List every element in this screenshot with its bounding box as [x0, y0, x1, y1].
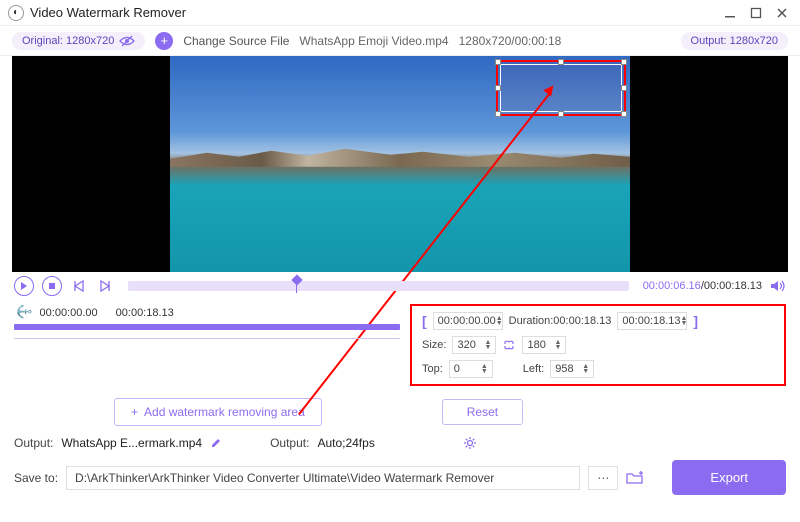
change-source-label: Change Source File: [183, 34, 289, 48]
link-aspect-icon[interactable]: [502, 340, 516, 350]
spinner-icon[interactable]: ▲▼: [485, 340, 492, 350]
save-path-input[interactable]: D:\ArkThinker\ArkThinker Video Converter…: [66, 466, 580, 490]
original-size-chip: Original: 1280x720: [12, 32, 145, 50]
reset-button[interactable]: Reset: [442, 399, 523, 425]
stop-button[interactable]: [42, 276, 62, 296]
segment-timeline: ⚓ 00:00:00.00 00:00:18.13: [14, 304, 400, 386]
original-size-label: Original: 1280x720: [22, 35, 114, 47]
range-end-bracket-icon[interactable]: ]: [693, 313, 698, 329]
save-to-label: Save to:: [14, 471, 58, 485]
output-row: Output: WhatsApp E...ermark.mp4 Output: …: [0, 432, 800, 454]
playback-controls: 00:00:06.16/00:00:18.13: [0, 272, 800, 300]
play-button[interactable]: [14, 276, 34, 296]
current-time: 00:00:06.16: [643, 280, 701, 292]
output-file-label: Output:: [14, 436, 53, 450]
browse-path-button[interactable]: ⋯: [588, 466, 618, 490]
time-display: 00:00:06.16/00:00:18.13: [643, 280, 762, 292]
spinner-icon[interactable]: ▲▼: [481, 364, 488, 374]
edit-filename-icon[interactable]: [210, 437, 222, 449]
close-button[interactable]: [772, 3, 792, 23]
app-logo-icon: ◐: [8, 5, 24, 21]
output-filename: WhatsApp E...ermark.mp4: [61, 436, 202, 450]
height-input[interactable]: 180 ▲▼: [522, 336, 566, 354]
top-input[interactable]: 0 ▲▼: [449, 360, 493, 378]
set-start-button[interactable]: [70, 277, 88, 295]
duration-label: Duration:00:00:18.13: [509, 315, 612, 327]
range-start-bracket-icon[interactable]: [: [422, 313, 427, 329]
maximize-button[interactable]: [746, 3, 766, 23]
size-label: Size:: [422, 339, 446, 351]
spinner-icon[interactable]: ▲▼: [582, 364, 589, 374]
change-source-button[interactable]: +: [155, 32, 173, 50]
minimize-button[interactable]: [720, 3, 740, 23]
range-start-input[interactable]: 00:00:00.00 ▲▼: [433, 312, 503, 330]
video-frame: [170, 56, 630, 272]
spinner-icon[interactable]: ▲▼: [496, 316, 503, 326]
toolbar: Original: 1280x720 + Change Source File …: [0, 26, 800, 56]
playhead-icon[interactable]: [292, 274, 303, 285]
add-watermark-area-button[interactable]: + Add watermark removing area: [114, 398, 322, 426]
video-preview[interactable]: [12, 56, 788, 272]
open-folder-icon[interactable]: [626, 471, 644, 485]
watermark-settings-panel: [ 00:00:00.00 ▲▼ Duration:00:00:18.13 00…: [410, 304, 786, 386]
save-row: Save to: D:\ArkThinker\ArkThinker Video …: [0, 454, 800, 505]
volume-button[interactable]: [770, 279, 786, 293]
watermark-selection-box[interactable]: [496, 60, 626, 116]
top-label: Top:: [422, 363, 443, 375]
window-title: Video Watermark Remover: [30, 5, 714, 20]
output-format-label: Output:: [270, 436, 309, 450]
output-settings-icon[interactable]: [463, 436, 477, 450]
preview-toggle-icon[interactable]: [119, 35, 135, 47]
titlebar: ◐ Video Watermark Remover: [0, 0, 800, 26]
left-input[interactable]: 958 ▲▼: [550, 360, 594, 378]
left-label: Left:: [523, 363, 544, 375]
total-duration: 00:00:18.13: [704, 280, 762, 292]
source-filename: WhatsApp Emoji Video.mp4: [299, 34, 448, 48]
output-size-label: Output: 1280x720: [691, 35, 778, 47]
output-format: Auto;24fps: [317, 436, 374, 450]
export-button[interactable]: Export: [672, 460, 786, 495]
timeline-slider[interactable]: [128, 281, 629, 291]
spinner-icon[interactable]: ▲▼: [681, 316, 688, 326]
plus-icon: +: [131, 405, 138, 419]
segment-bar[interactable]: [14, 324, 400, 330]
source-video-info: 1280x720/00:00:18: [459, 34, 562, 48]
output-size-chip: Output: 1280x720: [681, 32, 788, 50]
set-end-button[interactable]: [96, 277, 114, 295]
segment-end-time: 00:00:18.13: [116, 307, 174, 319]
segment-start-time: 00:00:00.00: [40, 307, 98, 319]
range-end-input[interactable]: 00:00:18.13 ▲▼: [617, 312, 687, 330]
anchor-icon[interactable]: ⚓: [16, 304, 32, 320]
width-input[interactable]: 320 ▲▼: [452, 336, 496, 354]
spinner-icon[interactable]: ▲▼: [555, 340, 562, 350]
